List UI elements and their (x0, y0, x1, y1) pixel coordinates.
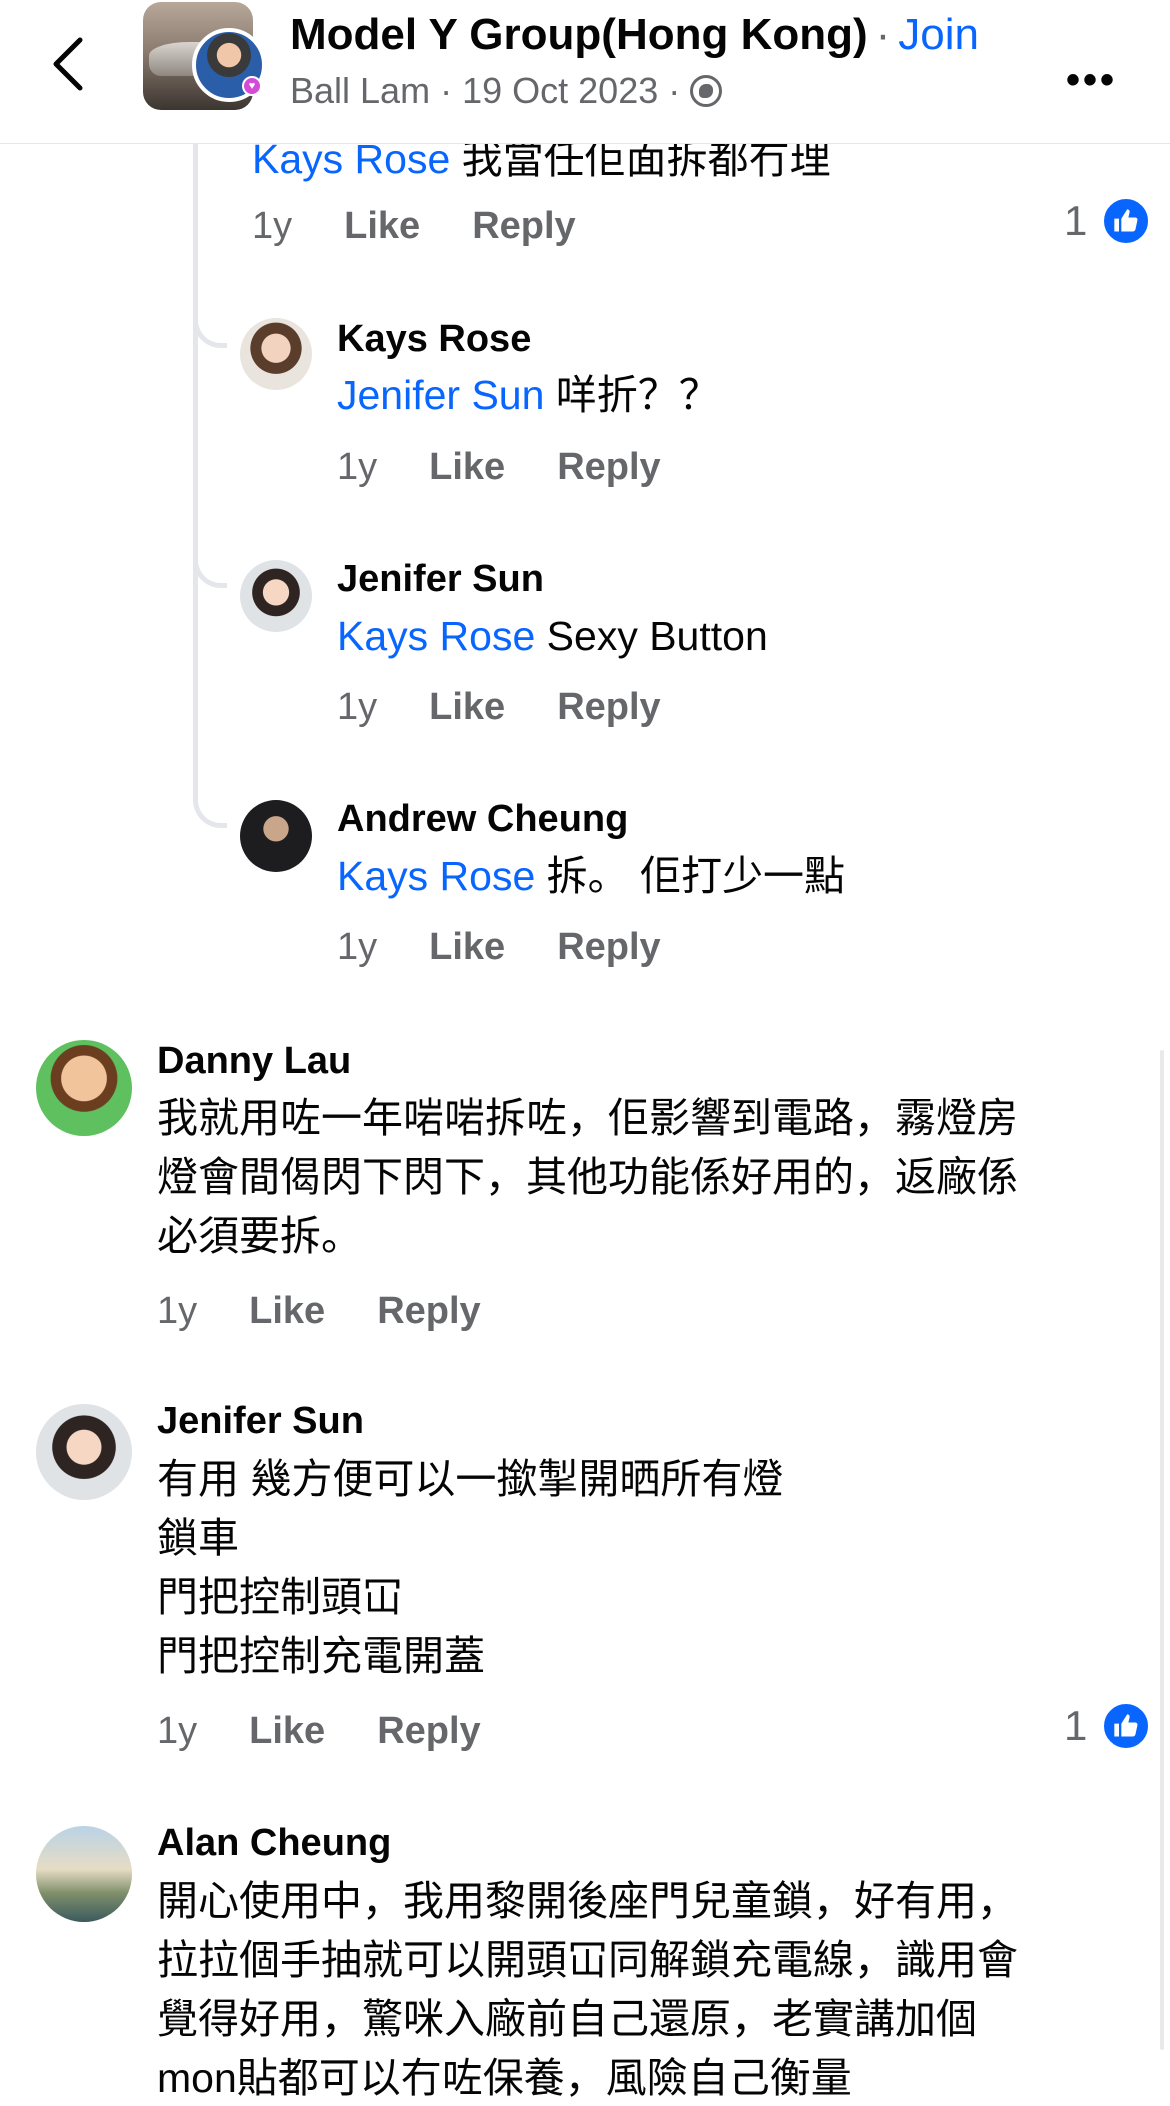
reply-body: Kays Rose Sexy Button (337, 607, 768, 666)
reply-author[interactable]: Andrew Cheung (337, 798, 628, 841)
comment-body-line: 覺得好用，驚咪入廠前自己還原，老實講加個 (157, 1996, 977, 2042)
reply-author[interactable]: Jenifer Sun (337, 558, 544, 601)
reply-time[interactable]: 1y (337, 926, 377, 968)
like-button[interactable]: Like (344, 205, 420, 247)
comment-body-line: 燈會間偈閃下閃下，其他功能係好用的，返廠係 (157, 1154, 1018, 1200)
thread-line (193, 144, 198, 794)
join-button[interactable]: Join (898, 10, 979, 59)
post-header: ♥ Model Y Group(Hong Kong) · Join Ball Lam… (0, 0, 1170, 144)
reply-body: Kays Rose 拆。 佢打少一點 (337, 847, 845, 906)
reaction-count[interactable]: 1 (1064, 196, 1152, 246)
reply-actions: 1y Like Reply (337, 446, 661, 489)
reply-body: Jenifer Sun 咩折？？ (337, 366, 720, 425)
comment-time[interactable]: 1y (157, 1290, 197, 1332)
reply-time[interactable]: 1y (337, 686, 377, 728)
post-meta: Ball Lam · 19 Oct 2023 · (290, 70, 723, 112)
globe-icon (690, 75, 723, 107)
meta-separator: · (668, 70, 681, 111)
comment-actions: 1y Like Reply (157, 1710, 481, 1753)
like-button[interactable]: Like (249, 1290, 325, 1332)
like-button[interactable]: Like (429, 926, 505, 968)
reply-button[interactable]: Reply (377, 1710, 480, 1752)
comment-actions: 1y Like Reply (252, 205, 576, 248)
thumbs-up-icon (1101, 1701, 1152, 1751)
group-name[interactable]: Model Y Group(Hong Kong) (290, 10, 868, 59)
reply-button[interactable]: Reply (377, 1290, 480, 1332)
post-date[interactable]: 19 Oct 2023 (462, 70, 658, 111)
heart-badge-icon: ♥ (242, 76, 262, 96)
like-button[interactable]: Like (429, 686, 505, 728)
comment-body-line: 有用 幾方便可以一撳掣開晒所有燈 (157, 1456, 784, 1502)
comment-body-line: 開心使用中，我用黎開後座門兒童鎖，好有用， (157, 1878, 1018, 1924)
avatar[interactable] (36, 1826, 132, 1922)
comment-author[interactable]: Jenifer Sun (157, 1400, 364, 1443)
post-author[interactable]: Ball Lam (290, 70, 430, 111)
reply-button[interactable]: Reply (557, 926, 660, 968)
comment-body-line: 鎖車 (157, 1515, 239, 1561)
reply-text: Sexy Button (546, 613, 768, 659)
comment-body-line: 門把控制充電開蓋 (157, 1633, 485, 1679)
thread-branch (193, 792, 227, 828)
thread-branch (193, 552, 227, 588)
reply-actions: 1y Like Reply (337, 926, 661, 969)
group-title: Model Y Group(Hong Kong) · Join (290, 10, 979, 60)
comment-time[interactable]: 1y (157, 1710, 197, 1752)
reply-button[interactable]: Reply (557, 686, 660, 728)
thumbs-up-icon (1101, 196, 1152, 246)
comment-body-line: 拉拉個手抽就可以開頭冚同解鎖充電線，識用會 (157, 1937, 1018, 1983)
comment-actions: 1y Like Reply (157, 1290, 481, 1333)
reply-author[interactable]: Kays Rose (337, 318, 531, 361)
comment-body-line: 門把控制頭冚 (157, 1574, 403, 1620)
avatar[interactable] (36, 1404, 132, 1500)
meta-separator: · (440, 70, 453, 111)
mention-link[interactable]: Jenifer Sun (337, 372, 544, 418)
reply-button[interactable]: Reply (472, 205, 575, 247)
comment-body-line: mon貼都可以冇咗保養，風險自己衡量 (157, 2055, 852, 2101)
avatar[interactable] (240, 318, 312, 390)
comment-time[interactable]: 1y (252, 205, 292, 247)
more-icon[interactable]: ••• (1066, 58, 1117, 103)
back-arrow-icon[interactable] (48, 36, 96, 92)
comment-author[interactable]: Danny Lau (157, 1040, 351, 1083)
like-button[interactable]: Like (249, 1710, 325, 1752)
avatar[interactable] (240, 800, 312, 872)
scrollbar[interactable] (1160, 1050, 1164, 2050)
comment-body-line: 必須要拆。 (157, 1213, 362, 1259)
reaction-count[interactable]: 1 (1064, 1701, 1152, 1751)
mention-link[interactable]: Kays Rose (337, 853, 535, 899)
reply-text: 拆。 佢打少一點 (546, 853, 846, 899)
reply-text: 咩折？？ (555, 372, 720, 418)
avatar[interactable] (36, 1040, 132, 1136)
title-separator: · (875, 10, 891, 59)
reply-time[interactable]: 1y (337, 446, 377, 488)
thread-branch (193, 312, 227, 348)
reply-button[interactable]: Reply (557, 446, 660, 488)
like-button[interactable]: Like (429, 446, 505, 488)
reply-actions: 1y Like Reply (337, 686, 661, 729)
reaction-number: 1 (1064, 197, 1088, 244)
reaction-number: 1 (1064, 1702, 1088, 1749)
mention-link[interactable]: Kays Rose (337, 613, 535, 659)
comment-author[interactable]: Alan Cheung (157, 1822, 391, 1865)
avatar[interactable] (240, 560, 312, 632)
comment-body-line: 我就用咗一年啱啱拆咗，佢影響到電路，霧燈房 (157, 1095, 1018, 1141)
